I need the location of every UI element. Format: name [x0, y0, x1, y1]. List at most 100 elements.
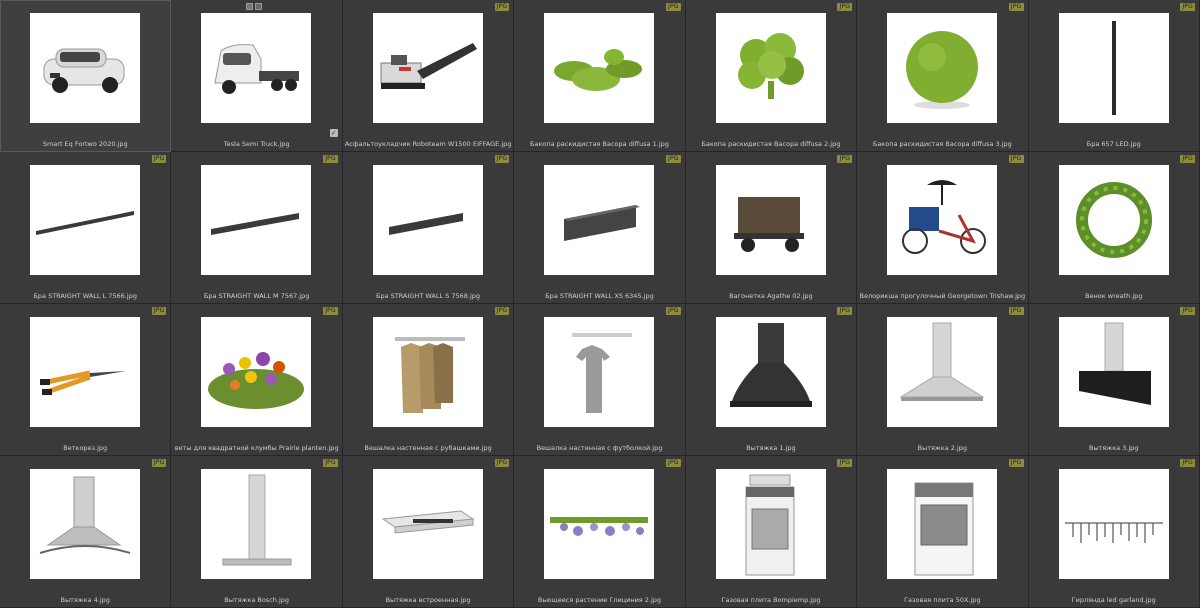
file-type-badge: JPG [1180, 3, 1195, 11]
thumbnail-cell[interactable]: JPG Вешалка настенная с футболкой.jpg [514, 304, 686, 456]
hood-thumbnail [372, 469, 483, 579]
hood-thumbnail [30, 469, 140, 579]
file-label: Вытяжка 3.jpg [1089, 444, 1139, 452]
file-type-badge: JPG [837, 307, 853, 315]
truck-thumbnail [201, 13, 312, 123]
flowerbed-thumbnail [201, 317, 312, 427]
thumbnail-cell[interactable]: JPG Бра STRAIGHT WALL L 7566.jpg [0, 152, 172, 304]
ball-shrub-thumbnail [887, 13, 998, 123]
file-type-badge: JPG [323, 307, 338, 315]
file-label: Гирлянда led garland.jpg [1071, 596, 1156, 604]
shirts-rack-thumbnail [372, 317, 483, 427]
file-type-badge: JPG [151, 155, 167, 163]
checkbox-icon[interactable]: ✓ [329, 129, 338, 137]
file-type-badge: JPG [666, 155, 681, 163]
hood-thumbnail [1058, 317, 1169, 427]
file-type-badge: JPG [1008, 459, 1024, 467]
thumbnail-cell[interactable]: JPG Бра STRAIGHT WALL S 7568.jpg [342, 152, 515, 304]
file-type-badge: JPG [1180, 155, 1195, 163]
thumbnail-toolbar [246, 3, 263, 10]
stove-thumbnail [887, 469, 998, 579]
thumbnail-cell[interactable]: JPG Вытяжка 2.jpg [857, 304, 1029, 456]
frame-icon[interactable] [246, 3, 254, 10]
file-label: Бакопа раскидистая Bacopa diffusa 2.jpg [701, 140, 841, 148]
file-type-badge: JPG [837, 459, 853, 467]
file-label: Веткорез.jpg [63, 444, 108, 452]
pen-icon[interactable] [255, 3, 263, 10]
thumbnail-cell[interactable]: JPG Вешалка настенная с рубашками.jpg [342, 304, 515, 456]
thumbnail-cell[interactable]: ✓ Tesla Semi Truck.jpg [171, 0, 343, 152]
file-label: Вешалка настенная с футболкой.jpg [536, 444, 663, 452]
thumbnail-cell[interactable]: JPG Бакопа раскидистая Bacopa diffusa 1.… [514, 0, 686, 152]
file-type-badge: JPG [151, 307, 167, 315]
file-label: Вешалка настенная с рубашками.jpg [364, 444, 492, 452]
thumbnail-cell[interactable]: JPG Гирлянда led garland.jpg [1028, 456, 1200, 608]
trishaw-thumbnail [887, 165, 998, 275]
tshirt-rack-thumbnail [544, 317, 655, 427]
file-label: Бра STRAIGHT WALL M 7567.jpg [203, 292, 310, 300]
thumbnail-cell[interactable]: JPG Вытяжка 1.jpg [685, 304, 858, 456]
thumbnail-cell[interactable]: JPG Велорикша прогулочный Georgetown Tri… [857, 152, 1029, 304]
thumbnail-cell[interactable]: JPG Вытяжка Bosch.jpg [171, 456, 343, 608]
file-type-badge: JPG [151, 459, 167, 467]
file-label: Вытяжка 1.jpg [746, 444, 796, 452]
file-type-badge: JPG [1008, 307, 1024, 315]
file-label: Вытяжка 4.jpg [60, 596, 110, 604]
file-type-badge: JPG [1008, 155, 1024, 163]
thumbnail-cell[interactable]: JPG Вытяжка 3.jpg [1028, 304, 1200, 456]
thumbnail-cell[interactable]: JPG Вытяжка 4.jpg [0, 456, 172, 608]
file-label: Бра STRAIGHT WALL XS 6345.jpg [545, 292, 654, 300]
hood-thumbnail [201, 469, 312, 579]
garland-thumbnail [1058, 469, 1169, 579]
file-label: Газовая плита Bompiemp.jpg [721, 596, 821, 604]
file-label: Вытяжка Bosch.jpg [224, 596, 290, 604]
file-type-badge: JPG [323, 459, 338, 467]
plant-thumbnail [544, 469, 655, 579]
thumbnail-cell[interactable]: JPG Газовая плита Bompiemp.jpg [685, 456, 858, 608]
thumbnail-cell[interactable]: JPG Газовая плита 50X.jpg [857, 456, 1029, 608]
linear-lamp-thumbnail [201, 165, 312, 275]
thumbnail-cell[interactable]: JPG Венок wreath.jpg [1028, 152, 1200, 304]
file-type-badge: JPG [1180, 307, 1195, 315]
linear-lamp-thumbnail [372, 165, 483, 275]
file-type-badge: JPG [1180, 459, 1195, 467]
file-label: Бакопа раскидистая Bacopa diffusa 1.jpg [530, 140, 669, 148]
thumbnail-cell[interactable]: JPG Вагонетка Agathe 02.jpg [685, 152, 858, 304]
file-label: Вытяжка 2.jpg [917, 444, 968, 452]
thumbnail-grid: Smart Eq Fortwo 2020.jpg ✓ Tesla Semi Tr… [0, 0, 1200, 608]
thumbnail-cell[interactable]: JPG Бра STRAIGHT WALL XS 6345.jpg [514, 152, 686, 304]
thumbnail-cell[interactable]: JPG Веткорез.jpg [0, 304, 172, 456]
hood-thumbnail [887, 317, 998, 427]
box-lamp-thumbnail [544, 165, 655, 275]
thumbnail-cell[interactable]: JPG Бра STRAIGHT WALL M 7567.jpg [171, 152, 343, 304]
file-label: Вьющееся растение Глициния 2.jpg [537, 596, 662, 604]
file-type-badge: JPG [323, 155, 338, 163]
thumbnail-cell[interactable]: JPG Вьющееся растение Глициния 2.jpg [514, 456, 686, 608]
file-label: Газовая плита 50X.jpg [904, 596, 981, 604]
lopper-thumbnail [30, 317, 140, 427]
file-type-badge: JPG [494, 459, 510, 467]
thumbnail-cell[interactable]: JPG Бра 657 LED.jpg [1028, 0, 1200, 152]
file-type-badge: JPG [666, 307, 681, 315]
stove-thumbnail [715, 469, 826, 579]
wreath-thumbnail [1058, 165, 1169, 275]
car-thumbnail [30, 13, 140, 123]
thumbnail-cell[interactable]: Smart Eq Fortwo 2020.jpg [0, 0, 172, 152]
file-label: Вагонетка Agathe 02.jpg [729, 292, 813, 300]
thumbnail-cell[interactable]: JPG Бакопа раскидистая Bacopa diffusa 3.… [857, 0, 1029, 152]
file-label: Велорикша прогулочный Georgetown Trishaw… [859, 292, 1026, 300]
wagon-thumbnail [715, 165, 826, 275]
file-label: Бра 657 LED.jpg [1086, 140, 1141, 148]
linear-lamp-thumbnail [30, 165, 140, 275]
file-label: Smart Eq Fortwo 2020.jpg [42, 140, 128, 148]
file-type-badge: JPG [494, 3, 510, 11]
file-type-badge: JPG [494, 155, 510, 163]
file-label: Вытяжка встроенная.jpg [385, 596, 471, 604]
thumbnail-cell[interactable]: JPG Бакопа раскидистая Bacopa diffusa 2.… [685, 0, 858, 152]
file-label: Tesla Semi Truck.jpg [223, 140, 290, 148]
thumbnail-cell[interactable]: JPG веты для квадратной клумбы Prairie p… [171, 304, 343, 456]
thumbnail-cell[interactable]: JPG Вытяжка встроенная.jpg [342, 456, 515, 608]
file-label: Бра STRAIGHT WALL L 7566.jpg [33, 292, 137, 300]
file-type-badge: JPG [666, 3, 681, 11]
thumbnail-cell[interactable]: JPG Асфальтоукладчик Roboteam W1500 EIFF… [342, 0, 515, 152]
